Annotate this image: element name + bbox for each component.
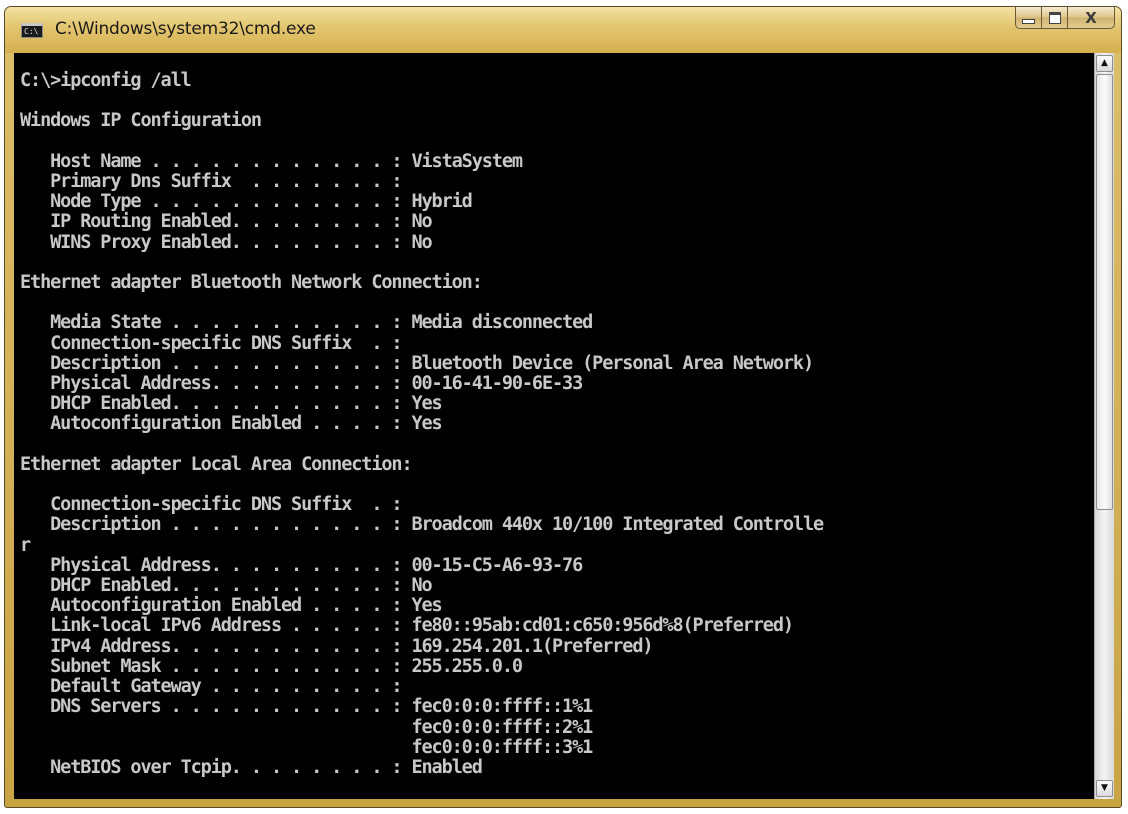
- console-line: Description . . . . . . . . . . . : Broa…: [20, 514, 824, 536]
- vertical-scrollbar[interactable]: ▲ ▼: [1094, 53, 1114, 799]
- console-line: Node Type . . . . . . . . . . . . : Hybr…: [20, 191, 473, 213]
- console-line: Connection-specific DNS Suffix . :: [20, 494, 402, 516]
- maximize-icon: [1048, 11, 1061, 24]
- console-line: Primary Dns Suffix . . . . . . . :: [20, 171, 402, 193]
- console-line: Autoconfiguration Enabled . . . . : Yes: [20, 413, 443, 435]
- console-output[interactable]: C:\>ipconfig /all Windows IP Configurati…: [14, 53, 1094, 799]
- arrow-down-icon: ▼: [1101, 783, 1108, 793]
- cmd-icon[interactable]: C:\: [21, 23, 43, 38]
- console-line: Ethernet adapter Bluetooth Network Conne…: [20, 272, 483, 294]
- console-line: Autoconfiguration Enabled . . . . : Yes: [20, 595, 443, 617]
- console-line: fec0:0:0:ffff::3%1: [20, 736, 593, 758]
- console-line: Physical Address. . . . . . . . . : 00-1…: [20, 554, 583, 576]
- console-line: C:\>ipconfig /all: [20, 70, 192, 91]
- scroll-down-button[interactable]: ▼: [1096, 780, 1113, 797]
- console-text: C:\>ipconfig /all Windows IP Configurati…: [20, 70, 824, 778]
- console-line: Physical Address. . . . . . . . . : 00-1…: [20, 373, 583, 395]
- console-line: Ethernet adapter Local Area Connection:: [20, 453, 413, 475]
- console-line: Default Gateway . . . . . . . . . :: [20, 676, 402, 698]
- cmd-window: C:\ C:\Windows\system32\cmd.exe X C:\>ip…: [4, 6, 1122, 808]
- console-line: Link-local IPv6 Address . . . . . : fe80…: [20, 615, 794, 637]
- console-line: r: [20, 534, 31, 556]
- console-line: DHCP Enabled. . . . . . . . . . . : No: [20, 575, 433, 597]
- console-line: IPv4 Address. . . . . . . . . . . : 169.…: [20, 635, 653, 657]
- console-line: fec0:0:0:ffff::2%1: [20, 716, 593, 738]
- console-line: WINS Proxy Enabled. . . . . . . . : No: [20, 231, 433, 253]
- console-line: Description . . . . . . . . . . . : Blue…: [20, 352, 814, 374]
- close-icon: X: [1085, 8, 1097, 27]
- minimize-button[interactable]: [1015, 7, 1042, 29]
- scrollbar-thumb[interactable]: [1096, 74, 1113, 510]
- console-line: NetBIOS over Tcpip. . . . . . . . : Enab…: [20, 756, 483, 778]
- window-title: C:\Windows\system32\cmd.exe: [55, 19, 316, 39]
- close-button[interactable]: X: [1068, 7, 1115, 29]
- console-line: DNS Servers . . . . . . . . . . . : fec0…: [20, 696, 593, 718]
- console-line: Windows IP Configuration: [20, 110, 262, 132]
- caption-buttons: X: [1015, 7, 1115, 29]
- console-line: DHCP Enabled. . . . . . . . . . . : Yes: [20, 393, 443, 415]
- console-line: Connection-specific DNS Suffix . :: [20, 332, 402, 354]
- console-line: Host Name . . . . . . . . . . . . : Vist…: [20, 150, 523, 172]
- title-bar[interactable]: C:\ C:\Windows\system32\cmd.exe X: [5, 7, 1121, 53]
- maximize-button[interactable]: [1042, 7, 1068, 29]
- arrow-up-icon: ▲: [1101, 58, 1108, 68]
- scroll-up-button[interactable]: ▲: [1096, 55, 1113, 72]
- console-line: Subnet Mask . . . . . . . . . . . : 255.…: [20, 655, 523, 677]
- minimize-icon: [1022, 19, 1035, 24]
- console-line: IP Routing Enabled. . . . . . . . : No: [20, 211, 433, 233]
- console-line: Media State . . . . . . . . . . . : Medi…: [20, 312, 593, 334]
